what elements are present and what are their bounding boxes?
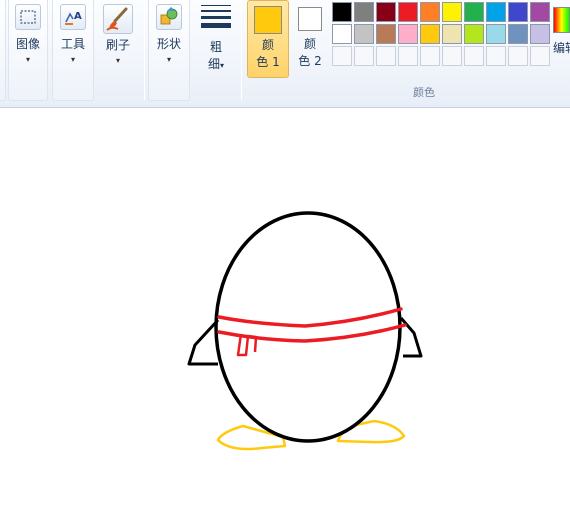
size-button[interactable]: 粗 细▾ — [196, 2, 236, 74]
palette-custom-slot-4[interactable] — [398, 46, 418, 66]
tools-dropdown-icon: ▾ — [70, 55, 75, 64]
palette-swatch-primary-10[interactable] — [530, 2, 550, 22]
palette-custom-slot-6[interactable] — [442, 46, 462, 66]
palette-swatch-secondary-4[interactable] — [398, 24, 418, 44]
image-button[interactable]: 图像 ▾ — [12, 4, 44, 64]
palette-swatch-primary-3[interactable] — [376, 2, 396, 22]
size-label-line1: 粗 — [209, 40, 222, 54]
colors-group-label: 颜色 — [413, 86, 435, 99]
shapes-icon — [156, 4, 182, 30]
palette-custom-slot-8[interactable] — [486, 46, 506, 66]
penguin-left-foot — [216, 424, 287, 451]
color2-label-line1: 颜 — [303, 37, 316, 51]
edit-colors-icon — [553, 7, 570, 33]
color1-label-line2: 色 1 — [256, 55, 280, 69]
group-separator — [241, 2, 242, 100]
clipboard-group-edge — [0, 0, 6, 101]
palette-custom-slot-5[interactable] — [420, 46, 440, 66]
palette-swatch-secondary-9[interactable] — [508, 24, 528, 44]
tools-label: 工具 — [60, 37, 85, 51]
palette-swatch-secondary-8[interactable] — [486, 24, 506, 44]
color-palette — [332, 2, 552, 68]
brushes-label: 刷子 — [105, 38, 130, 52]
brushes-button[interactable]: 刷子 ▾ — [100, 4, 136, 65]
select-icon — [15, 4, 41, 30]
brushes-dropdown-icon: ▾ — [115, 56, 120, 65]
color1-label-line1: 颜 — [261, 38, 274, 52]
penguin-scarf-top — [217, 307, 403, 328]
image-label: 图像 — [15, 37, 40, 51]
color2-label-line2: 色 2 — [298, 54, 322, 68]
palette-custom-slot-2[interactable] — [354, 46, 374, 66]
palette-swatch-secondary-3[interactable] — [376, 24, 396, 44]
palette-custom-slot-10[interactable] — [530, 46, 550, 66]
drawing-canvas[interactable] — [0, 109, 570, 514]
color1-button[interactable]: 颜 色 1 — [247, 0, 289, 78]
drawing — [187, 211, 423, 451]
palette-swatch-secondary-6[interactable] — [442, 24, 462, 44]
palette-swatch-primary-1[interactable] — [332, 2, 352, 22]
edit-colors-button[interactable]: 编辑 — [553, 0, 570, 78]
palette-custom-slot-1[interactable] — [332, 46, 352, 66]
tools-icon: A — [60, 4, 86, 30]
size-dropdown-icon: ▾ — [220, 61, 225, 70]
palette-custom-slot-3[interactable] — [376, 46, 396, 66]
palette-swatch-primary-9[interactable] — [508, 2, 528, 22]
svg-text:A: A — [74, 11, 82, 22]
penguin-scarf-tail — [236, 333, 258, 357]
tools-button[interactable]: A 工具 ▾ — [56, 4, 90, 64]
palette-custom-slot-7[interactable] — [464, 46, 484, 66]
palette-swatch-primary-2[interactable] — [354, 2, 374, 22]
palette-row-secondary — [332, 24, 552, 44]
brush-icon — [103, 4, 133, 34]
edit-colors-label: 编辑 — [553, 41, 570, 55]
palette-swatch-primary-8[interactable] — [486, 2, 506, 22]
palette-swatch-secondary-7[interactable] — [464, 24, 484, 44]
palette-row-primary — [332, 2, 552, 22]
palette-row-custom — [332, 46, 552, 66]
line-width-icon — [201, 5, 231, 28]
shapes-dropdown-icon: ▾ — [166, 55, 171, 64]
palette-swatch-primary-7[interactable] — [464, 2, 484, 22]
palette-swatch-secondary-5[interactable] — [420, 24, 440, 44]
image-dropdown-icon: ▾ — [25, 55, 30, 64]
palette-custom-slot-9[interactable] — [508, 46, 528, 66]
palette-swatch-primary-5[interactable] — [420, 2, 440, 22]
penguin-left-flipper — [187, 318, 220, 366]
group-separator — [144, 2, 145, 100]
shapes-button[interactable]: 形状 ▾ — [152, 4, 186, 64]
palette-swatch-secondary-2[interactable] — [354, 24, 374, 44]
ribbon: 图像 ▾ A 工具 ▾ 刷子 ▾ 形状 ▾ 粗 细▾ 颜 色 1 颜 色 2 颜… — [0, 0, 570, 108]
palette-swatch-secondary-10[interactable] — [530, 24, 550, 44]
color2-button[interactable]: 颜 色 2 — [293, 0, 327, 78]
palette-swatch-secondary-1[interactable] — [332, 24, 352, 44]
palette-swatch-primary-6[interactable] — [442, 2, 462, 22]
size-label-line2: 细 — [207, 57, 220, 71]
color1-swatch — [254, 6, 282, 34]
shapes-label: 形状 — [156, 37, 181, 51]
palette-swatch-primary-4[interactable] — [398, 2, 418, 22]
color2-swatch — [298, 7, 322, 31]
